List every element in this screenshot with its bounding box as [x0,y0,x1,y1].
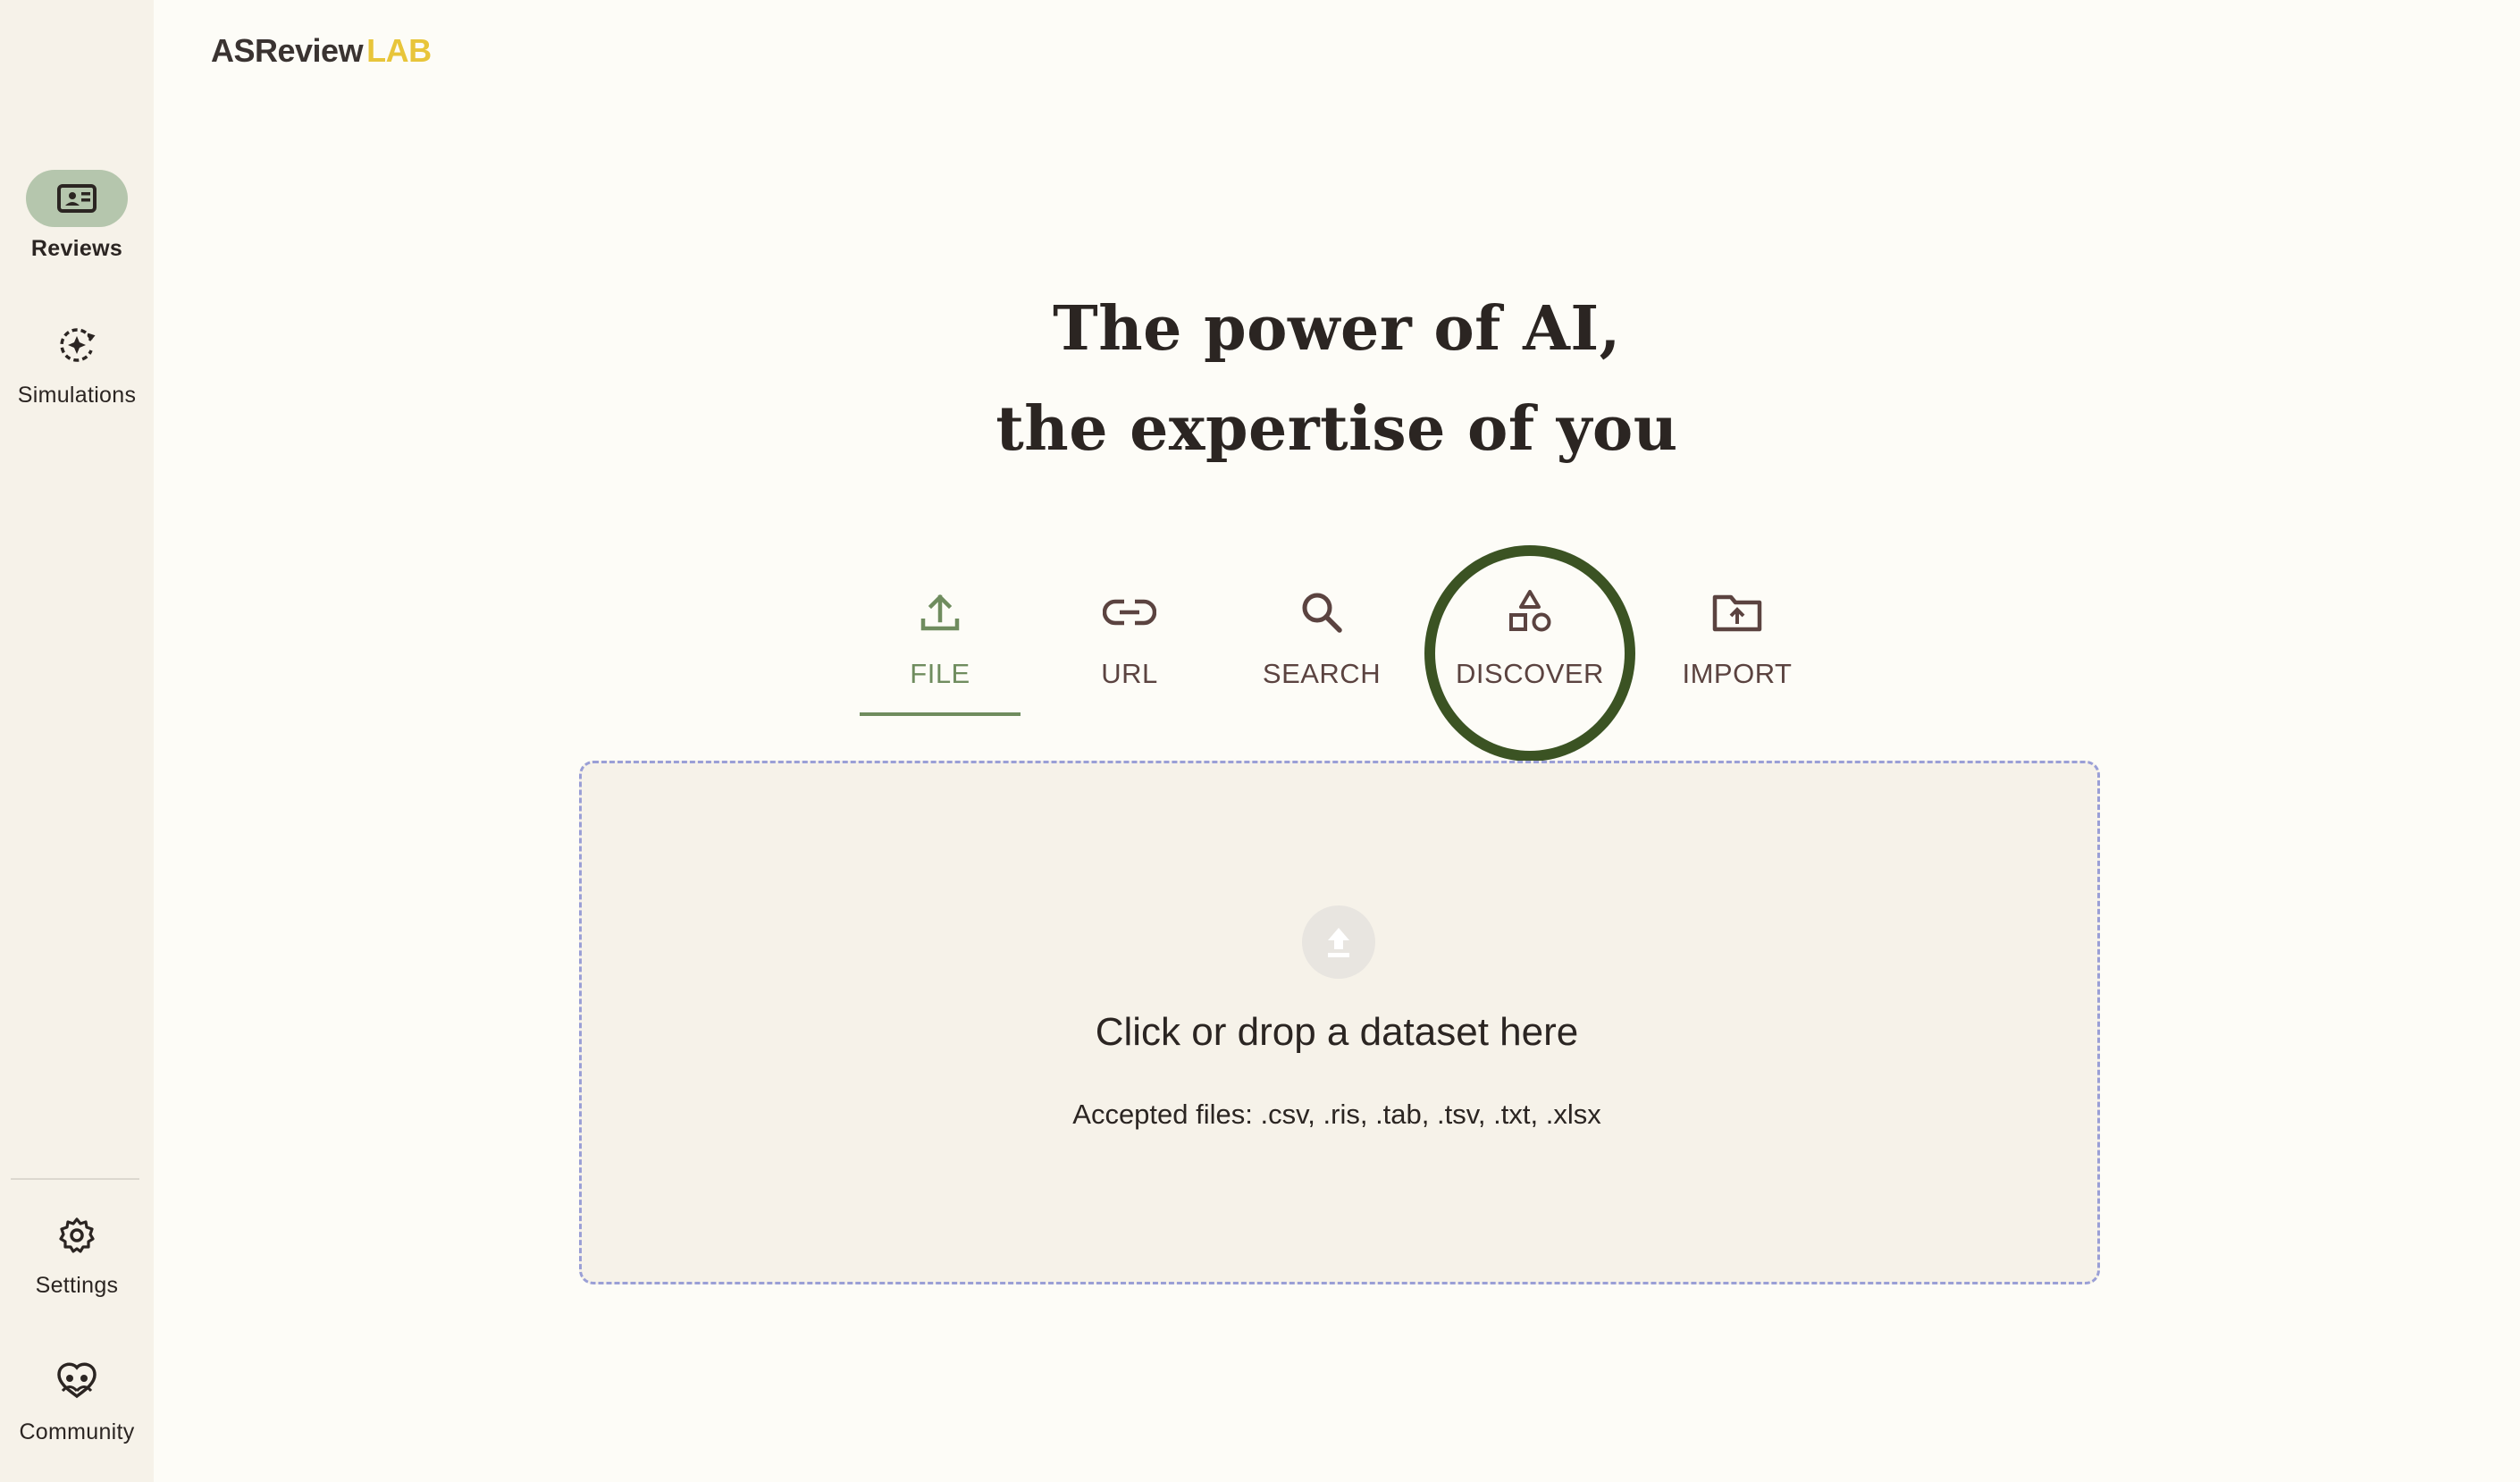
upload-icon [918,581,962,644]
tab-label: SEARCH [1262,658,1382,689]
app-logo[interactable]: ASReview LAB [211,32,432,70]
tab-discover[interactable]: DISCOVER [1449,581,1610,715]
shapes-icon [1506,581,1554,644]
logo-brand: ASReview [211,32,364,69]
sidebar-item-community[interactable]: Community [0,1353,154,1445]
headline-line-2: the expertise of you [995,393,1678,465]
tab-label: IMPORT [1682,658,1793,689]
sidebar-item-label: Simulations [17,383,137,408]
tab-search[interactable]: SEARCH [1246,581,1398,715]
tab-import[interactable]: IMPORT [1664,581,1810,715]
tab-label: FILE [910,658,970,689]
sidebar-item-label: Settings [35,1273,119,1298]
headline-line-1: The power of AI, [1053,293,1621,365]
tab-url[interactable]: URL [1058,581,1201,715]
reviews-icon [26,170,128,227]
sidebar-item-reviews[interactable]: Reviews [0,170,154,262]
tab-file[interactable]: FILE [860,581,1021,715]
tab-label: DISCOVER [1456,658,1604,689]
search-icon [1298,581,1345,644]
sidebar-item-label: Community [19,1419,135,1444]
dropzone-accepted-files: Accepted files: .csv, .ris, .tab, .tsv, … [1072,1099,1601,1130]
sidebar-item-simulations[interactable]: Simulations [0,316,154,408]
app-root: Reviews Simulations Settings Community A… [0,0,2520,1482]
link-icon [1103,581,1156,644]
active-tab-indicator [860,712,1021,716]
simulations-icon [26,316,128,374]
dropzone-title: Click or drop a dataset here [1095,1010,1579,1054]
sidebar-item-settings[interactable]: Settings [0,1207,154,1299]
sidebar-divider [11,1178,139,1180]
tab-label: URL [1101,658,1158,689]
sidebar: Reviews Simulations Settings Community [0,0,154,1482]
folder-upload-icon [1711,581,1763,644]
sidebar-item-label: Reviews [30,236,123,261]
logo-suffix: LAB [366,32,432,69]
community-icon [26,1353,128,1410]
upload-arrow-icon [1302,905,1375,979]
gear-icon [26,1207,128,1264]
